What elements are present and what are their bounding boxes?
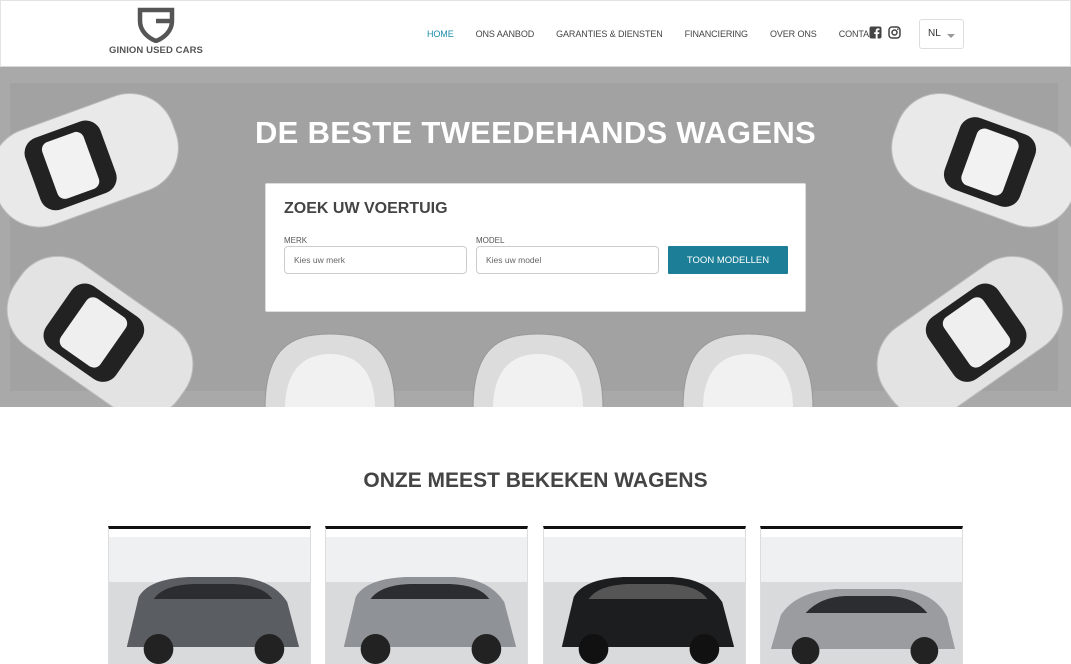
- facebook-icon[interactable]: [869, 26, 882, 39]
- main-nav: HOME ONS AANBOD GARANTIES & DIENSTEN FIN…: [427, 29, 903, 39]
- car-card[interactable]: [543, 526, 746, 664]
- car-illustration-bottom-2: [472, 333, 604, 407]
- hero-banner: DE BESTE TWEEDEHANDS WAGENS ZOEK UW VOER…: [0, 67, 1071, 407]
- nav-ons-aanbod[interactable]: ONS AANBOD: [476, 29, 535, 39]
- language-value: NL: [928, 28, 941, 39]
- car-card[interactable]: [325, 526, 528, 664]
- search-form: ZOEK UW VOERTUIG MERK Kies uw merk MODEL…: [265, 183, 806, 312]
- instagram-icon[interactable]: [888, 26, 901, 39]
- car-card[interactable]: [760, 526, 963, 664]
- car-photo: [109, 537, 310, 664]
- nav-over-ons[interactable]: OVER ONS: [770, 29, 817, 39]
- brand-select[interactable]: Kies uw merk: [284, 246, 467, 274]
- car-photo: [544, 537, 745, 664]
- nav-home[interactable]: HOME: [427, 29, 454, 39]
- car-illustration-bottom-3: [682, 333, 814, 407]
- chevron-down-icon: [947, 34, 955, 38]
- car-illustration-bottom-left: [6, 255, 194, 407]
- social-links: [869, 26, 901, 39]
- car-photo: [761, 537, 962, 664]
- car-card[interactable]: [108, 526, 311, 664]
- model-label: MODEL: [476, 236, 505, 245]
- hero-title: DE BESTE TWEEDEHANDS WAGENS: [255, 115, 816, 150]
- language-select[interactable]: NL: [919, 19, 964, 49]
- site-header: GINION USED CARS HOME ONS AANBOD GARANTI…: [0, 0, 1071, 67]
- brand-label: MERK: [284, 236, 308, 245]
- brand-placeholder: Kies uw merk: [294, 255, 346, 265]
- nav-garanties-diensten[interactable]: GARANTIES & DIENSTEN: [556, 29, 663, 39]
- model-placeholder: Kies uw model: [486, 255, 542, 265]
- car-illustration-top-right: [891, 92, 1071, 228]
- logo[interactable]: GINION USED CARS: [108, 7, 204, 63]
- model-select[interactable]: Kies uw model: [476, 246, 659, 274]
- search-title: ZOEK UW VOERTUIG: [284, 200, 448, 217]
- car-illustration-top-left: [0, 92, 179, 228]
- section-title: ONZE MEEST BEKEKEN WAGENS: [363, 469, 708, 492]
- car-illustration-bottom-1: [264, 333, 396, 407]
- logo-text: GINION USED CARS: [109, 45, 203, 56]
- nav-financiering[interactable]: FINANCIERING: [685, 29, 748, 39]
- logo-shield-icon: [137, 7, 175, 43]
- car-photo: [326, 537, 527, 664]
- car-illustration-bottom-right: [876, 255, 1064, 407]
- show-models-button[interactable]: TOON MODELLEN: [668, 246, 788, 274]
